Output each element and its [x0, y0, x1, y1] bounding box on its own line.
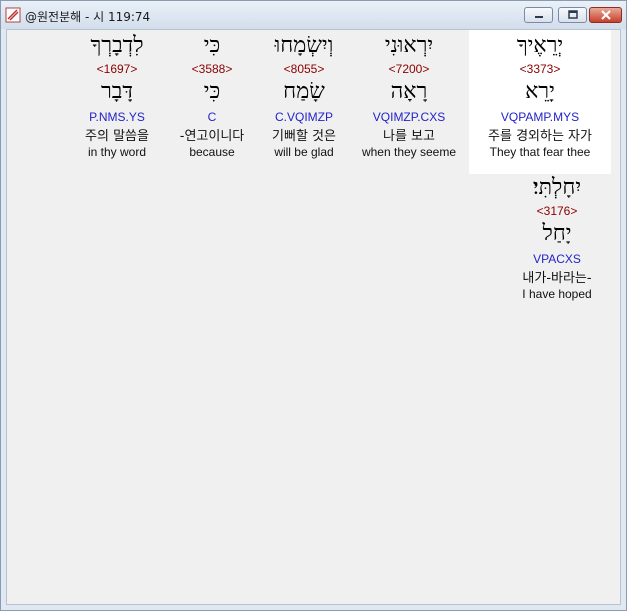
strong-number[interactable]: <3373> — [469, 62, 611, 76]
word-entry[interactable]: יִרְאוּנִי <7200> רָאָה VQIMZP.CXS 나를 보고… — [361, 32, 457, 160]
english-gloss: when they seeme — [361, 145, 457, 159]
morphology-code[interactable]: C — [164, 110, 260, 128]
title-bar[interactable]: @원전분해 - 시 119:74 — [1, 1, 626, 29]
strong-number[interactable]: <3176> — [509, 204, 605, 218]
strong-number[interactable]: <1697> — [69, 62, 165, 76]
word-entry[interactable]: לִדְבָרְךָ <1697> דָּבָר P.NMS.YS 주의 말씀을… — [69, 32, 165, 160]
korean-gloss: 기뻐할 것은 — [272, 129, 336, 144]
word-entry-selected[interactable]: יְרֵאֶיךָ <3373> יָרֵא VQPAMP.MYS 주를 경외하… — [469, 30, 611, 174]
strong-number[interactable]: <7200> — [361, 62, 457, 76]
morphology-code[interactable]: VQPAMP.MYS — [469, 110, 611, 128]
lemma: רָאָה — [390, 79, 428, 104]
morphology-code[interactable]: VPACXS — [509, 252, 605, 270]
close-button[interactable] — [589, 7, 622, 23]
morphology-code[interactable]: C.VQIMZP — [256, 110, 352, 128]
lemma: שָׂמַח — [283, 79, 325, 104]
lemma: דָּבָר — [101, 79, 133, 104]
korean-gloss: 주의 말씀을 — [85, 129, 149, 144]
english-gloss: because — [189, 145, 235, 159]
morphology-code[interactable]: P.NMS.YS — [69, 110, 165, 128]
interlinear-panel[interactable]: לִדְבָרְךָ <1697> דָּבָר P.NMS.YS 주의 말씀을… — [6, 29, 621, 605]
window-title: @원전분해 - 시 119:74 — [25, 10, 151, 24]
morphology-code[interactable]: VQIMZP.CXS — [361, 110, 457, 128]
hebrew-word: לִדְבָרְךָ — [90, 33, 144, 58]
lemma: יָחַל — [542, 221, 572, 246]
english-gloss: in thy word — [87, 145, 147, 159]
english-gloss: will be glad — [274, 145, 334, 159]
hebrew-word: כִּי — [203, 33, 221, 58]
minimize-button[interactable] — [524, 7, 553, 23]
korean-gloss: 내가-바라는- — [522, 271, 592, 286]
word-entry[interactable]: כִּי <3588> כִּי C -연고이니다 because — [164, 32, 260, 160]
hebrew-word: וְיִשְׂמָחוּ — [274, 33, 334, 58]
strong-number[interactable]: <3588> — [164, 62, 260, 76]
app-window: @원전분해 - 시 119:74 לִדְבָרְךָ <1697> דָּבָ… — [0, 0, 627, 611]
strong-number[interactable]: <8055> — [256, 62, 352, 76]
maximize-icon — [567, 10, 578, 19]
hebrew-word: יְרֵאֶיךָ — [516, 33, 564, 58]
close-icon — [600, 10, 611, 20]
app-icon — [5, 7, 21, 23]
lemma: כִּי — [203, 79, 221, 104]
korean-gloss: -연고이니다 — [179, 129, 245, 144]
hebrew-word: יִרְאוּנִי — [384, 33, 434, 58]
hebrew-word: יִחָלְתִּי׃ — [532, 175, 582, 200]
english-gloss: They that fear thee — [489, 145, 591, 159]
korean-gloss: 주를 경외하는 자가 — [488, 129, 592, 144]
korean-gloss: 나를 보고 — [383, 129, 435, 144]
lemma: יָרֵא — [525, 79, 555, 104]
minimize-icon — [534, 16, 543, 18]
english-gloss: I have hoped — [522, 287, 592, 301]
word-entry[interactable]: יִחָלְתִּי׃ <3176> יָחַל VPACXS 내가-바라는- … — [509, 174, 605, 302]
word-entry[interactable]: וְיִשְׂמָחוּ <8055> שָׂמַח C.VQIMZP 기뻐할 … — [256, 32, 352, 160]
maximize-button[interactable] — [558, 7, 587, 23]
